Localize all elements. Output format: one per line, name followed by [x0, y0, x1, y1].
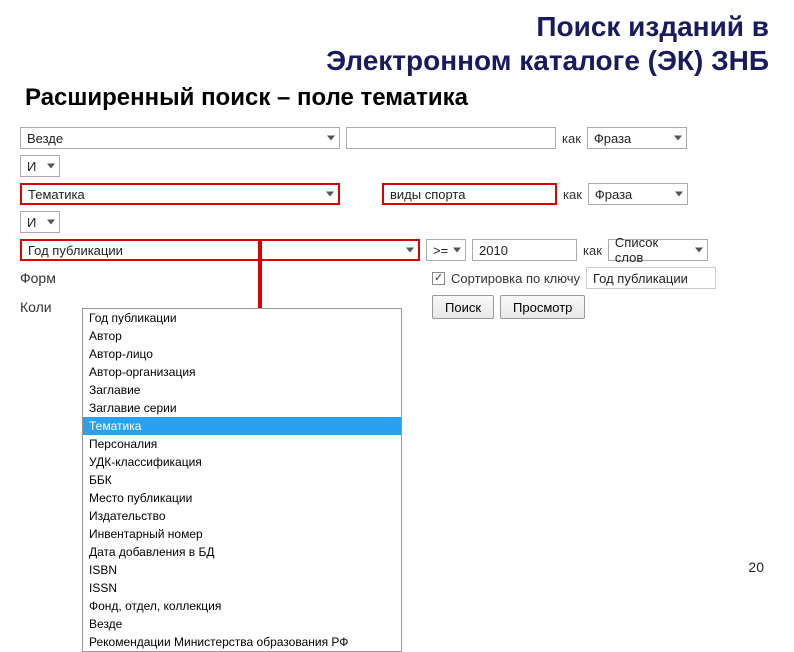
search-button[interactable]: Поиск	[432, 295, 494, 319]
dropdown-option[interactable]: Автор-лицо	[83, 345, 401, 363]
page-number: 20	[748, 559, 764, 575]
dropdown-option[interactable]: Тематика	[83, 417, 401, 435]
mode-select-2[interactable]: Фраза	[588, 183, 688, 205]
dropdown-option[interactable]: Автор-организация	[83, 363, 401, 381]
as-label-2: как	[563, 187, 582, 202]
as-label-1: как	[562, 131, 581, 146]
sort-value[interactable]: Год публикации	[586, 267, 716, 289]
preview-button[interactable]: Просмотр	[500, 295, 585, 319]
mode-select-3[interactable]: Список слов	[608, 239, 708, 261]
dropdown-option[interactable]: Инвентарный номер	[83, 525, 401, 543]
value-input-1[interactable]	[346, 127, 556, 149]
compare-select[interactable]: >=	[426, 239, 466, 261]
dropdown-option[interactable]: ISSN	[83, 579, 401, 597]
as-label-3: как	[583, 243, 602, 258]
dropdown-option[interactable]: Персоналия	[83, 435, 401, 453]
dropdown-option[interactable]: Заглавие серии	[83, 399, 401, 417]
subtitle: Расширенный поиск – поле тематика	[0, 82, 794, 127]
field-dropdown-list[interactable]: Год публикацииАвторАвтор-лицоАвтор-орган…	[82, 308, 402, 652]
dropdown-option[interactable]: Издательство	[83, 507, 401, 525]
dropdown-option[interactable]: Место публикации	[83, 489, 401, 507]
sort-label: Сортировка по ключу	[451, 271, 580, 286]
dropdown-option[interactable]: ББК	[83, 471, 401, 489]
dropdown-option[interactable]: Заглавие	[83, 381, 401, 399]
dropdown-option[interactable]: ISBN	[83, 561, 401, 579]
dropdown-option[interactable]: УДК-классификация	[83, 453, 401, 471]
value-input-2[interactable]: виды спорта	[382, 183, 557, 205]
field-select-1[interactable]: Везде	[20, 127, 340, 149]
dropdown-option[interactable]: Автор	[83, 327, 401, 345]
dropdown-option[interactable]: Рекомендации Министерства образования РФ	[83, 633, 401, 651]
count-label: Коли	[20, 299, 75, 315]
dropdown-option[interactable]: Везде	[83, 615, 401, 633]
title-line1: Поиск изданий в	[536, 11, 769, 42]
dropdown-option[interactable]: Год публикации	[83, 309, 401, 327]
title-line2: Электронном каталоге (ЭК) ЗНБ	[326, 45, 769, 76]
field-select-3[interactable]: Год публикации	[20, 239, 420, 261]
field-select-2[interactable]: Тематика	[20, 183, 340, 205]
value-input-3[interactable]: 2010	[472, 239, 577, 261]
mode-select-1[interactable]: Фраза	[587, 127, 687, 149]
sort-checkbox[interactable]	[432, 272, 445, 285]
operator-select-2[interactable]: И	[20, 211, 60, 233]
dropdown-option[interactable]: Дата добавления в БД	[83, 543, 401, 561]
dropdown-option[interactable]: Фонд, отдел, коллекция	[83, 597, 401, 615]
operator-select-1[interactable]: И	[20, 155, 60, 177]
format-label: Форм	[20, 270, 75, 286]
